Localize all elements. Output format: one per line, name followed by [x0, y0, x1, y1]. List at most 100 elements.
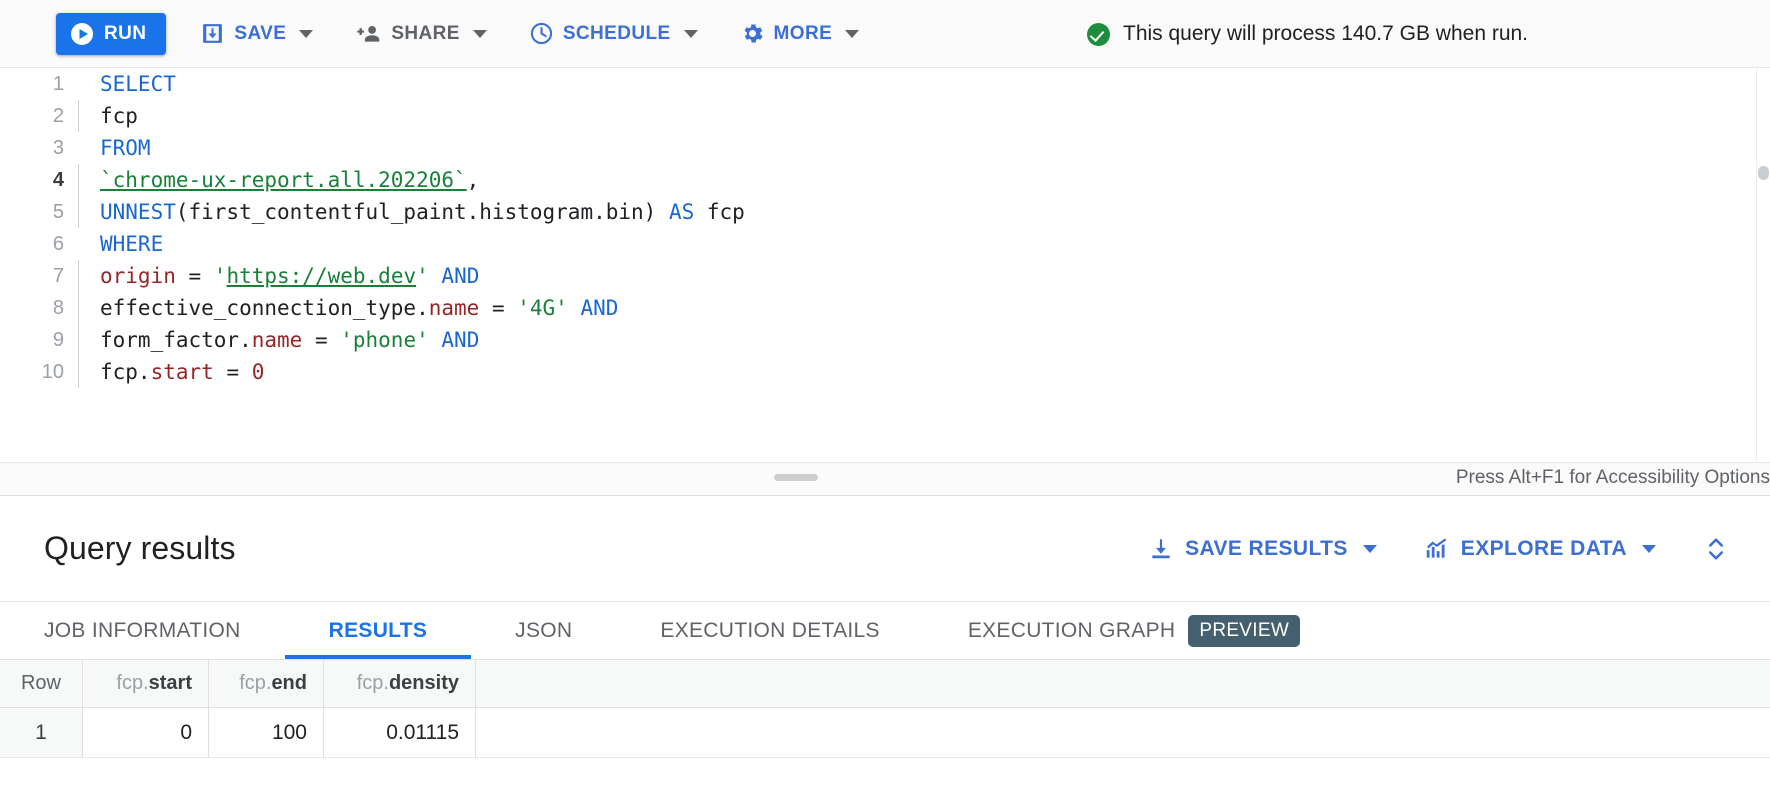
- code-token: 0: [252, 360, 265, 384]
- code-line[interactable]: 10 fcp.start = 0: [0, 356, 1770, 388]
- expand-collapse-results-button[interactable]: [1696, 528, 1736, 570]
- preview-badge: PREVIEW: [1188, 615, 1300, 647]
- line-number: 7: [0, 265, 78, 288]
- code-line[interactable]: 6WHERE: [0, 228, 1770, 260]
- line-number: 1: [0, 73, 78, 96]
- code-token: [568, 296, 581, 320]
- row-number-cell: 1: [0, 708, 83, 758]
- tab-label: JSON: [515, 619, 572, 643]
- tab-json[interactable]: JSON: [471, 602, 616, 659]
- line-number: 5: [0, 201, 78, 224]
- code-token: AND: [441, 328, 479, 352]
- code-token: AND: [441, 264, 479, 288]
- chevron-down-icon: [1642, 545, 1656, 553]
- save-label: SAVE: [234, 23, 286, 45]
- code-token: UNNEST: [100, 200, 176, 224]
- column-prefix: fcp.: [357, 672, 389, 695]
- editor-vertical-scrollbar[interactable]: [1756, 68, 1770, 462]
- share-query-button[interactable]: SHARE: [347, 12, 495, 56]
- column-prefix: fcp.: [239, 672, 271, 695]
- results-table-body: 101000.01115: [0, 708, 1770, 758]
- gear-icon: [740, 21, 765, 46]
- indent-guide: [78, 292, 100, 324]
- sql-editor[interactable]: 1 SELECT 2 fcp 3 FROM 4 `chrome-ux-report.all…: [0, 68, 1770, 462]
- code-token: [429, 328, 442, 352]
- line-number: 9: [0, 329, 78, 352]
- code-token: fcp: [100, 104, 138, 128]
- clock-icon: [529, 21, 554, 46]
- code-text: fcp: [100, 104, 138, 128]
- code-line[interactable]: 9 form_factor.name = 'phone' AND: [0, 324, 1770, 356]
- line-number: 10: [0, 361, 78, 384]
- tab-label: RESULTS: [329, 619, 428, 643]
- indent-guide: [78, 100, 100, 132]
- sql-code-area[interactable]: 1 SELECT 2 fcp 3 FROM 4 `chrome-ux-report.all…: [0, 68, 1770, 462]
- code-token: name: [429, 296, 480, 320]
- table-row[interactable]: 101000.01115: [0, 708, 1770, 758]
- save-query-button[interactable]: SAVE: [192, 12, 321, 56]
- table-cell: 100: [209, 708, 324, 758]
- accessibility-hint: Press Alt+F1 for Accessibility Options: [1456, 467, 1770, 489]
- indent-guide: [78, 228, 100, 260]
- code-token: =: [302, 328, 340, 352]
- indent-guide: [78, 196, 100, 228]
- code-line[interactable]: 1 SELECT: [0, 68, 1770, 100]
- editor-resize-handle[interactable]: [774, 474, 818, 481]
- line-number: 3: [0, 137, 78, 160]
- column-header-filler: [476, 660, 1770, 708]
- code-token: fcp.: [100, 360, 151, 384]
- table-cell: 0.01115: [324, 708, 476, 758]
- query-results-title: Query results: [44, 530, 236, 567]
- code-token: WHERE: [100, 232, 163, 256]
- results-tabs[interactable]: JOB INFORMATION RESULTS JSON EXECUTION DETA…: [0, 602, 1770, 660]
- code-token[interactable]: `chrome-ux-report.all.202206`: [100, 168, 467, 192]
- share-label: SHARE: [391, 23, 460, 45]
- chart-icon: [1423, 536, 1450, 562]
- code-line[interactable]: 7 origin = 'https://web.dev' AND: [0, 260, 1770, 292]
- tab-job-information[interactable]: JOB INFORMATION: [0, 602, 285, 659]
- code-token: form_factor.: [100, 328, 252, 352]
- editor-footer: Press Alt+F1 for Accessibility Options: [0, 462, 1770, 496]
- tab-execution-details[interactable]: EXECUTION DETAILS: [616, 602, 923, 659]
- column-header[interactable]: fcp.density: [324, 660, 476, 708]
- code-token: FROM: [100, 136, 151, 160]
- save-results-button[interactable]: SAVE RESULTS: [1142, 535, 1383, 563]
- unfold-more-icon: [1702, 534, 1730, 564]
- person-add-icon: [355, 21, 382, 46]
- code-text: SELECT: [100, 72, 176, 96]
- tab-execution-graph[interactable]: EXECUTION GRAPHPREVIEW: [924, 602, 1344, 659]
- indent-guide: [78, 260, 100, 292]
- chevron-down-icon: [845, 30, 859, 38]
- table-cell: 0: [83, 708, 209, 758]
- code-line[interactable]: 2 fcp: [0, 100, 1770, 132]
- code-line[interactable]: 3 FROM: [0, 132, 1770, 164]
- tab-label: JOB INFORMATION: [44, 619, 241, 643]
- check-circle-icon: [1087, 23, 1110, 46]
- schedule-query-button[interactable]: SCHEDULE: [521, 12, 706, 56]
- code-token: (first_contentful_paint.histogram.bin): [176, 200, 669, 224]
- code-token: [429, 264, 442, 288]
- run-label: RUN: [104, 23, 146, 45]
- column-header[interactable]: fcp.start: [83, 660, 209, 708]
- code-line[interactable]: 5 UNNEST(first_contentful_paint.histogra…: [0, 196, 1770, 228]
- code-token: SELECT: [100, 72, 176, 96]
- query-results-header: Query results SAVE RESULTS: [0, 496, 1770, 602]
- code-text: UNNEST(first_contentful_paint.histogram.…: [100, 200, 745, 224]
- explore-data-button[interactable]: EXPLORE DATA: [1417, 535, 1662, 563]
- code-text: `chrome-ux-report.all.202206`,: [100, 168, 479, 192]
- column-name: start: [149, 672, 192, 695]
- column-name: end: [271, 672, 307, 695]
- code-token[interactable]: https://web.dev: [226, 264, 416, 288]
- more-options-button[interactable]: MORE: [732, 12, 868, 56]
- save-icon: [200, 21, 225, 46]
- tab-results[interactable]: RESULTS: [285, 602, 472, 659]
- query-results-actions: SAVE RESULTS EXPLORE DATA: [1142, 528, 1770, 570]
- code-line[interactable]: 8 effective_connection_type.name = '4G' …: [0, 292, 1770, 324]
- column-header[interactable]: Row: [0, 660, 83, 708]
- schedule-label: SCHEDULE: [563, 23, 671, 45]
- run-query-button[interactable]: RUN: [56, 13, 166, 55]
- code-token: '4G': [517, 296, 568, 320]
- column-header[interactable]: fcp.end: [209, 660, 324, 708]
- code-line[interactable]: 4 `chrome-ux-report.all.202206`,: [0, 164, 1770, 196]
- editor-scrollbar-thumb[interactable]: [1758, 166, 1769, 180]
